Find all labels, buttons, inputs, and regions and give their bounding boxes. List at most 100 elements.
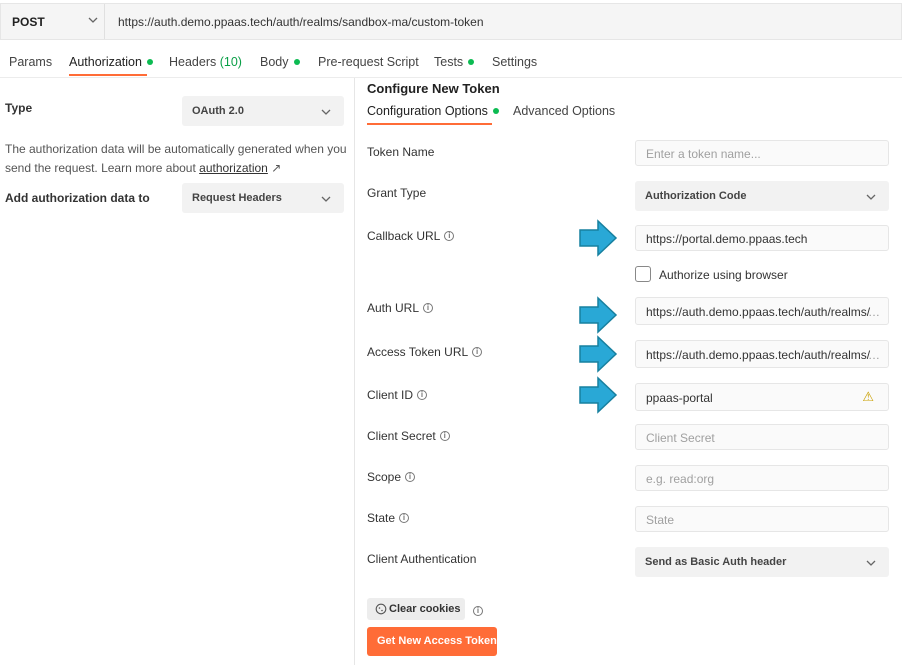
info-icon[interactable]: i xyxy=(472,346,483,357)
state-input[interactable]: State xyxy=(635,506,889,532)
client-secret-label-text: Client Secret xyxy=(367,429,436,443)
tab-authorization[interactable]: Authorization xyxy=(69,55,153,69)
tab-body-label: Body xyxy=(260,55,289,69)
tab-settings[interactable]: Settings xyxy=(492,55,537,69)
chevron-down-icon xyxy=(866,560,876,566)
subtab-advanced-options[interactable]: Advanced Options xyxy=(513,104,615,118)
truncation-ellipsis: … xyxy=(868,348,880,362)
access-token-url-value: https://auth.demo.ppaas.tech/auth/realms… xyxy=(646,348,871,362)
info-icon[interactable]: i xyxy=(417,389,428,400)
tabs-divider xyxy=(0,77,902,78)
token-name-placeholder: Enter a token name... xyxy=(646,147,761,161)
info-icon[interactable]: i xyxy=(473,605,483,616)
authorization-link[interactable]: authorization xyxy=(199,161,268,175)
info-icon[interactable]: i xyxy=(405,471,416,482)
client-id-value: ppaas-portal xyxy=(646,391,713,405)
client-secret-input[interactable]: Client Secret xyxy=(635,424,889,450)
client-id-label-text: Client ID xyxy=(367,388,414,402)
type-label: Type xyxy=(5,101,33,115)
token-name-label: Token Name xyxy=(367,145,435,159)
access-token-url-label: Access Token URL i xyxy=(367,345,483,359)
arrow-right-icon xyxy=(579,219,618,257)
pane-divider xyxy=(354,78,355,665)
scope-label-text: Scope xyxy=(367,470,402,484)
auth-url-label: Auth URL i xyxy=(367,301,434,315)
client-secret-label: Client Secret i xyxy=(367,429,450,443)
tab-authorization-label: Authorization xyxy=(69,55,142,69)
url-input[interactable]: https://auth.demo.ppaas.tech/auth/realms… xyxy=(118,15,484,29)
info-icon[interactable]: i xyxy=(444,230,455,241)
tab-params[interactable]: Params xyxy=(9,55,52,69)
authorize-browser-label: Authorize using browser xyxy=(659,268,788,282)
active-tab-indicator xyxy=(69,74,147,76)
state-label-text: State xyxy=(367,511,396,525)
grant-type-label: Grant Type xyxy=(367,186,427,200)
auth-type-select[interactable]: OAuth 2.0 xyxy=(182,96,344,126)
client-secret-placeholder: Client Secret xyxy=(646,431,715,445)
callback-url-value: https://portal.demo.ppaas.tech xyxy=(646,232,808,246)
arrow-right-icon xyxy=(579,335,618,373)
active-subtab-indicator xyxy=(367,123,492,125)
warning-icon: ⚠ xyxy=(862,389,874,404)
info-icon[interactable]: i xyxy=(423,302,434,313)
client-auth-select[interactable]: Send as Basic Auth header xyxy=(635,547,889,577)
scope-input[interactable]: e.g. read:org xyxy=(635,465,889,491)
get-token-label: Get New Access Token xyxy=(377,635,497,647)
client-id-input[interactable]: ppaas-portal ⚠ xyxy=(635,383,889,411)
url-bar: POST https://auth.demo.ppaas.tech/auth/r… xyxy=(0,3,902,40)
info-icon[interactable]: i xyxy=(399,512,410,523)
method-select[interactable]: POST xyxy=(1,4,105,39)
cookie-icon xyxy=(375,603,387,615)
callback-url-label: Callback URL i xyxy=(367,229,455,243)
chevron-down-icon xyxy=(321,196,331,202)
truncation-ellipsis: … xyxy=(868,305,880,319)
get-new-access-token-button[interactable]: Get New Access Token xyxy=(367,627,497,656)
tab-headers-label: Headers xyxy=(169,55,217,69)
tab-tests[interactable]: Tests xyxy=(434,55,475,69)
auth-help-text: The authorization data will be automatic… xyxy=(5,140,350,178)
add-to-label: Add authorization data to xyxy=(5,191,150,205)
add-to-select[interactable]: Request Headers xyxy=(182,183,344,213)
subtab-configuration-label: Configuration Options xyxy=(367,104,488,118)
client-auth-label: Client Authentication xyxy=(367,552,477,566)
method-label: POST xyxy=(12,15,45,29)
state-label: State i xyxy=(367,511,410,525)
config-title: Configure New Token xyxy=(367,81,500,96)
tab-body[interactable]: Body xyxy=(260,55,300,69)
callback-url-label-text: Callback URL xyxy=(367,229,441,243)
clear-cookies-button[interactable]: Clear cookies xyxy=(367,598,465,620)
token-name-input[interactable]: Enter a token name... xyxy=(635,140,889,166)
scope-label: Scope i xyxy=(367,470,416,484)
status-dot xyxy=(293,58,300,65)
status-dot xyxy=(492,107,499,114)
auth-url-input[interactable]: https://auth.demo.ppaas.tech/auth/realms… xyxy=(635,297,889,325)
scope-placeholder: e.g. read:org xyxy=(646,472,715,486)
clear-cookies-label: Clear cookies xyxy=(389,603,461,615)
chevron-down-icon xyxy=(321,109,331,115)
headers-count: (10) xyxy=(219,55,242,69)
chevron-down-icon xyxy=(88,17,98,23)
arrow-right-icon xyxy=(579,376,618,414)
auth-url-label-text: Auth URL xyxy=(367,301,420,315)
grant-type-select[interactable]: Authorization Code xyxy=(635,181,889,211)
status-dot xyxy=(468,58,475,65)
tab-prerequest[interactable]: Pre-request Script xyxy=(318,55,419,69)
info-icon[interactable]: i xyxy=(439,430,450,441)
help-text: The authorization data will be automatic… xyxy=(5,142,347,175)
external-link-icon: ↗ xyxy=(271,161,282,175)
client-id-label: Client ID i xyxy=(367,388,428,402)
tab-tests-label: Tests xyxy=(434,55,464,69)
status-dot xyxy=(146,58,153,65)
client-auth-value: Send as Basic Auth header xyxy=(645,556,787,568)
access-token-url-input[interactable]: https://auth.demo.ppaas.tech/auth/realms… xyxy=(635,340,889,368)
access-token-url-label-text: Access Token URL xyxy=(367,345,469,359)
add-to-value: Request Headers xyxy=(192,192,282,204)
grant-type-value: Authorization Code xyxy=(645,190,747,202)
state-placeholder: State xyxy=(646,513,675,527)
subtab-configuration-options[interactable]: Configuration Options xyxy=(367,104,499,118)
callback-url-input[interactable]: https://portal.demo.ppaas.tech xyxy=(635,225,889,251)
chevron-down-icon xyxy=(866,194,876,200)
tab-headers[interactable]: Headers (10) xyxy=(169,55,242,69)
authorize-browser-checkbox[interactable] xyxy=(635,266,651,282)
auth-type-value: OAuth 2.0 xyxy=(192,105,244,117)
